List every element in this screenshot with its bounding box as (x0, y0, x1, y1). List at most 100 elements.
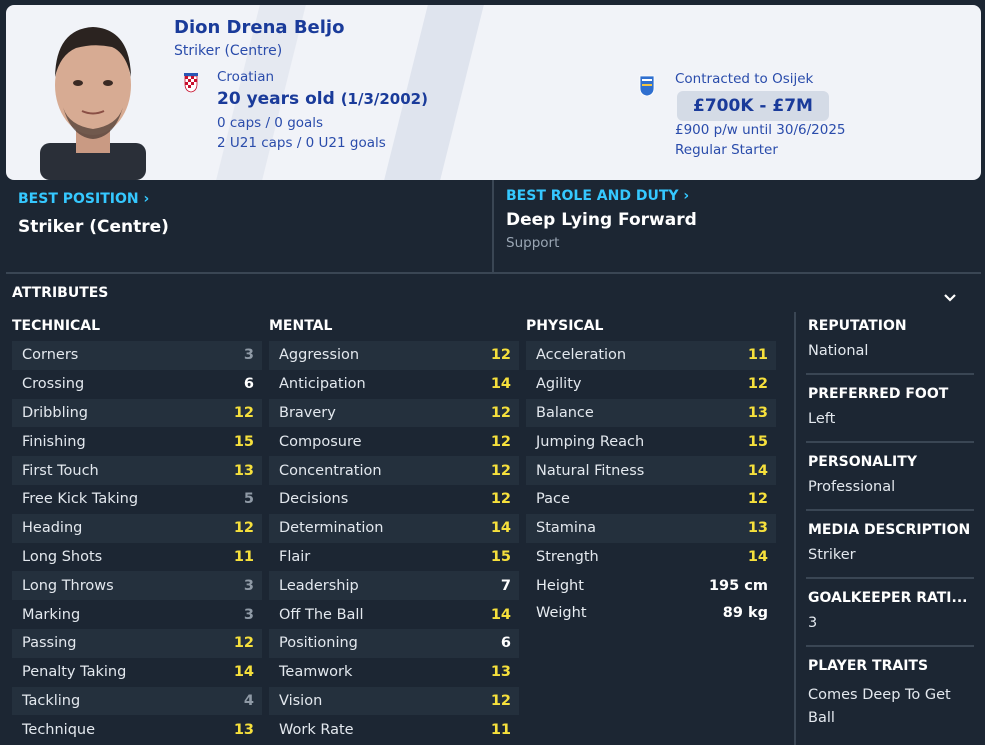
attribute-row[interactable]: Positioning 6 (269, 628, 519, 658)
attribute-name: Crossing (22, 376, 85, 393)
preferred-foot-value: Left (808, 411, 836, 427)
attribute-row[interactable]: Bravery 12 (269, 398, 519, 428)
attribute-row[interactable]: Finishing 15 (12, 427, 262, 456)
best-position-value: Striker (Centre) (18, 217, 169, 237)
u21-caps: 2 U21 caps / 0 U21 goals (217, 135, 386, 151)
player-header-card: Dion Drena Beljo Striker (Centre) Croati… (6, 5, 981, 180)
player-photo (40, 27, 146, 180)
best-role-value: Deep Lying Forward (506, 210, 697, 230)
attribute-name: Dribbling (22, 404, 89, 421)
transfer-value-badge[interactable]: £700K - £7M (677, 91, 829, 121)
attribute-value: 15 (747, 433, 768, 450)
divider (492, 180, 494, 272)
attribute-row[interactable]: Free Kick Taking 5 (12, 485, 262, 514)
attribute-name: Off The Ball (279, 606, 364, 623)
contract-wage: £900 p/w until 30/6/2025 (675, 122, 846, 138)
attribute-row[interactable]: Strength 14 (526, 543, 776, 572)
attribute-row[interactable]: First Touch 13 (12, 456, 262, 485)
attribute-row[interactable]: Off The Ball 14 (269, 600, 519, 629)
attribute-row[interactable]: Tackling 4 (12, 686, 262, 716)
divider (6, 272, 981, 274)
attribute-row[interactable]: Decisions 12 (269, 485, 519, 514)
attribute-row[interactable]: Technique 13 (12, 715, 262, 744)
attribute-row[interactable]: Aggression 12 (269, 341, 519, 370)
physical-header: PHYSICAL (526, 318, 604, 334)
media-description-value: Striker (808, 547, 856, 563)
chevron-down-icon[interactable] (943, 293, 957, 303)
attribute-value: 12 (747, 376, 768, 393)
attribute-row[interactable]: Passing 12 (12, 628, 262, 658)
player-trait-item-continued[interactable]: Ball (808, 710, 835, 726)
attribute-row[interactable]: Vision 12 (269, 686, 519, 716)
technical-attributes-list: Corners 3 Crossing 6 Dribbling 12 Finishing 15 F… (12, 341, 262, 744)
attribute-value: 12 (490, 491, 511, 508)
nationality[interactable]: Croatian (217, 69, 274, 85)
attribute-name: Finishing (22, 433, 86, 450)
preferred-foot-title: PREFERRED FOOT (808, 386, 949, 402)
best-position-label: BEST POSITION (18, 191, 139, 207)
attribute-row[interactable]: Anticipation 14 (269, 370, 519, 399)
attribute-row[interactable]: Long Throws 3 (12, 571, 262, 601)
attribute-name: Passing (22, 635, 77, 652)
attribute-row[interactable]: Natural Fitness 14 (526, 456, 776, 485)
attribute-row[interactable]: Composure 12 (269, 427, 519, 456)
attribute-name: Penalty Taking (22, 664, 127, 681)
attribute-row[interactable]: Long Shots 11 (12, 543, 262, 572)
divider (806, 645, 974, 647)
attribute-row[interactable]: Determination 14 (269, 513, 519, 543)
height-value: 195 cm (708, 578, 768, 594)
attribute-name: Vision (279, 692, 323, 709)
attribute-row[interactable]: Acceleration 11 (526, 341, 776, 370)
attribute-row[interactable]: Balance 13 (526, 398, 776, 428)
reputation-value: National (808, 343, 869, 359)
attribute-row[interactable]: Flair 15 (269, 543, 519, 572)
attribute-value: 14 (490, 520, 511, 537)
attribute-name: Anticipation (279, 376, 366, 393)
player-position: Striker (Centre) (174, 43, 283, 59)
attribute-value: 12 (490, 404, 511, 421)
attribute-value: 12 (490, 462, 511, 479)
divider (806, 577, 974, 579)
attribute-value: 3 (243, 577, 254, 594)
attribute-row[interactable]: Work Rate 11 (269, 715, 519, 744)
attribute-row[interactable]: Concentration 12 (269, 456, 519, 485)
chevron-right-icon: › (143, 191, 150, 207)
reputation-title: REPUTATION (808, 318, 907, 334)
attribute-value: 6 (500, 635, 511, 652)
attribute-row[interactable]: Agility 12 (526, 370, 776, 399)
attribute-row[interactable]: Pace 12 (526, 485, 776, 514)
attribute-row[interactable]: Marking 3 (12, 600, 262, 629)
attribute-row[interactable]: Jumping Reach 15 (526, 427, 776, 456)
attribute-name: Work Rate (279, 721, 354, 738)
attribute-name: Marking (22, 606, 81, 623)
squad-status: Regular Starter (675, 142, 778, 158)
best-role-link[interactable]: BEST ROLE AND DUTY › (506, 188, 689, 204)
attribute-row[interactable]: Crossing 6 (12, 370, 262, 399)
attribute-row[interactable]: Dribbling 12 (12, 398, 262, 428)
attribute-name: Corners (22, 347, 79, 364)
player-name[interactable]: Dion Drena Beljo (174, 17, 344, 38)
attribute-value: 13 (747, 404, 768, 421)
attribute-value: 11 (233, 548, 254, 565)
attribute-row[interactable]: Penalty Taking 14 (12, 658, 262, 687)
personality-value: Professional (808, 479, 896, 495)
attribute-row[interactable]: Leadership 7 (269, 571, 519, 601)
attribute-name: Free Kick Taking (22, 491, 139, 508)
best-position-link[interactable]: BEST POSITION › (18, 191, 149, 207)
attribute-value: 12 (490, 433, 511, 450)
attribute-value: 3 (243, 347, 254, 364)
international-caps: 0 caps / 0 goals (217, 115, 324, 131)
attribute-value: 7 (500, 577, 511, 594)
physical-attributes-list: Acceleration 11 Agility 12 Balance 13 Jumping … (526, 341, 776, 571)
player-trait-item[interactable]: Comes Deep To Get (808, 687, 951, 703)
contract-club[interactable]: Contracted to Osijek (675, 71, 813, 87)
attribute-row[interactable]: Heading 12 (12, 513, 262, 543)
attribute-row[interactable]: Stamina 13 (526, 513, 776, 543)
attribute-row[interactable]: Corners 3 (12, 341, 262, 370)
attribute-name: Flair (279, 548, 311, 565)
attribute-name: Aggression (279, 347, 360, 364)
attribute-row[interactable]: Teamwork 13 (269, 658, 519, 687)
attribute-name: Natural Fitness (536, 462, 645, 479)
player-age: 20 years old (1/3/2002) (217, 89, 428, 109)
technical-header: TECHNICAL (12, 318, 101, 334)
